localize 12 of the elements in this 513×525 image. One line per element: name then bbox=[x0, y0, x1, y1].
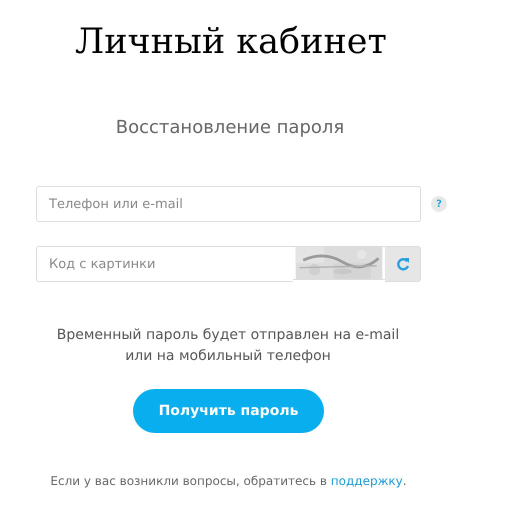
support-link[interactable]: поддержку bbox=[330, 474, 403, 488]
page-title: Личный кабинет bbox=[75, 22, 387, 62]
get-password-button[interactable]: Получить пароль bbox=[133, 389, 324, 433]
captcha-field[interactable]: Код с картинки bbox=[36, 246, 293, 282]
support-text: Если у вас возникли вопросы, обратитесь в поддержку. bbox=[50, 473, 407, 490]
refresh-icon[interactable] bbox=[396, 257, 410, 271]
info-text: Временный пароль будет отправлен на e-mail bbox=[56, 326, 400, 345]
form-title: Восстановление пароля bbox=[116, 116, 344, 140]
refresh-button[interactable] bbox=[385, 246, 421, 282]
phone-email-field[interactable]: Телефон или e-mail bbox=[36, 186, 421, 222]
info-text: или на мобильный телефон bbox=[125, 347, 331, 366]
help-icon[interactable]: ? bbox=[431, 196, 447, 212]
